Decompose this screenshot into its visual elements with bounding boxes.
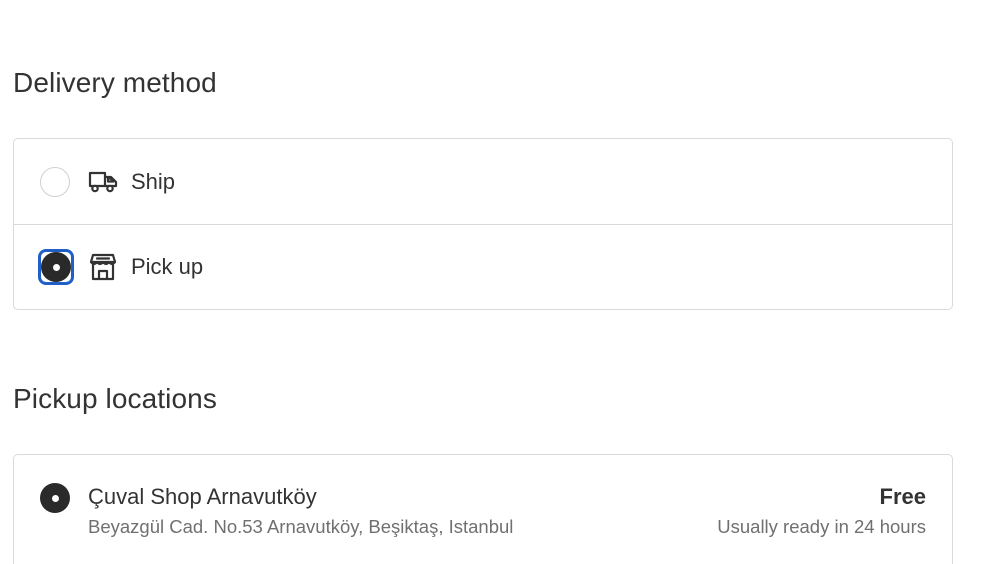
delivery-option-ship[interactable]: Ship: [14, 139, 952, 224]
pickup-locations-heading: Pickup locations: [13, 383, 217, 414]
pickup-label: Pick up: [131, 254, 204, 279]
location-ready-time: Usually ready in 24 hours: [717, 516, 926, 537]
checkout-page: Delivery method Ship Pick up Pickup loca…: [0, 0, 1002, 564]
radio-dot: [52, 263, 60, 271]
truck-icon: [88, 167, 118, 197]
location-address: Beyazgül Cad. No.53 Arnavutköy, Beşiktaş…: [88, 516, 514, 537]
location-price: Free: [879, 484, 926, 509]
store-icon: [88, 252, 118, 282]
location-name: Çuval Shop Arnavutköy: [88, 484, 317, 509]
pickup-radio[interactable]: [41, 252, 71, 282]
delivery-method-heading: Delivery method: [13, 67, 217, 98]
pickup-location-item[interactable]: Çuval Shop Arnavutköy Beyazgül Cad. No.5…: [13, 454, 953, 564]
ship-radio[interactable]: [40, 166, 70, 197]
location-radio[interactable]: [40, 483, 70, 513]
delivery-option-pickup[interactable]: Pick up: [14, 224, 952, 309]
pickup-radio-focus-ring[interactable]: [38, 249, 74, 285]
delivery-method-options: Ship Pick up: [13, 138, 953, 310]
radio-dot: [51, 494, 59, 502]
ship-label: Ship: [131, 168, 176, 194]
